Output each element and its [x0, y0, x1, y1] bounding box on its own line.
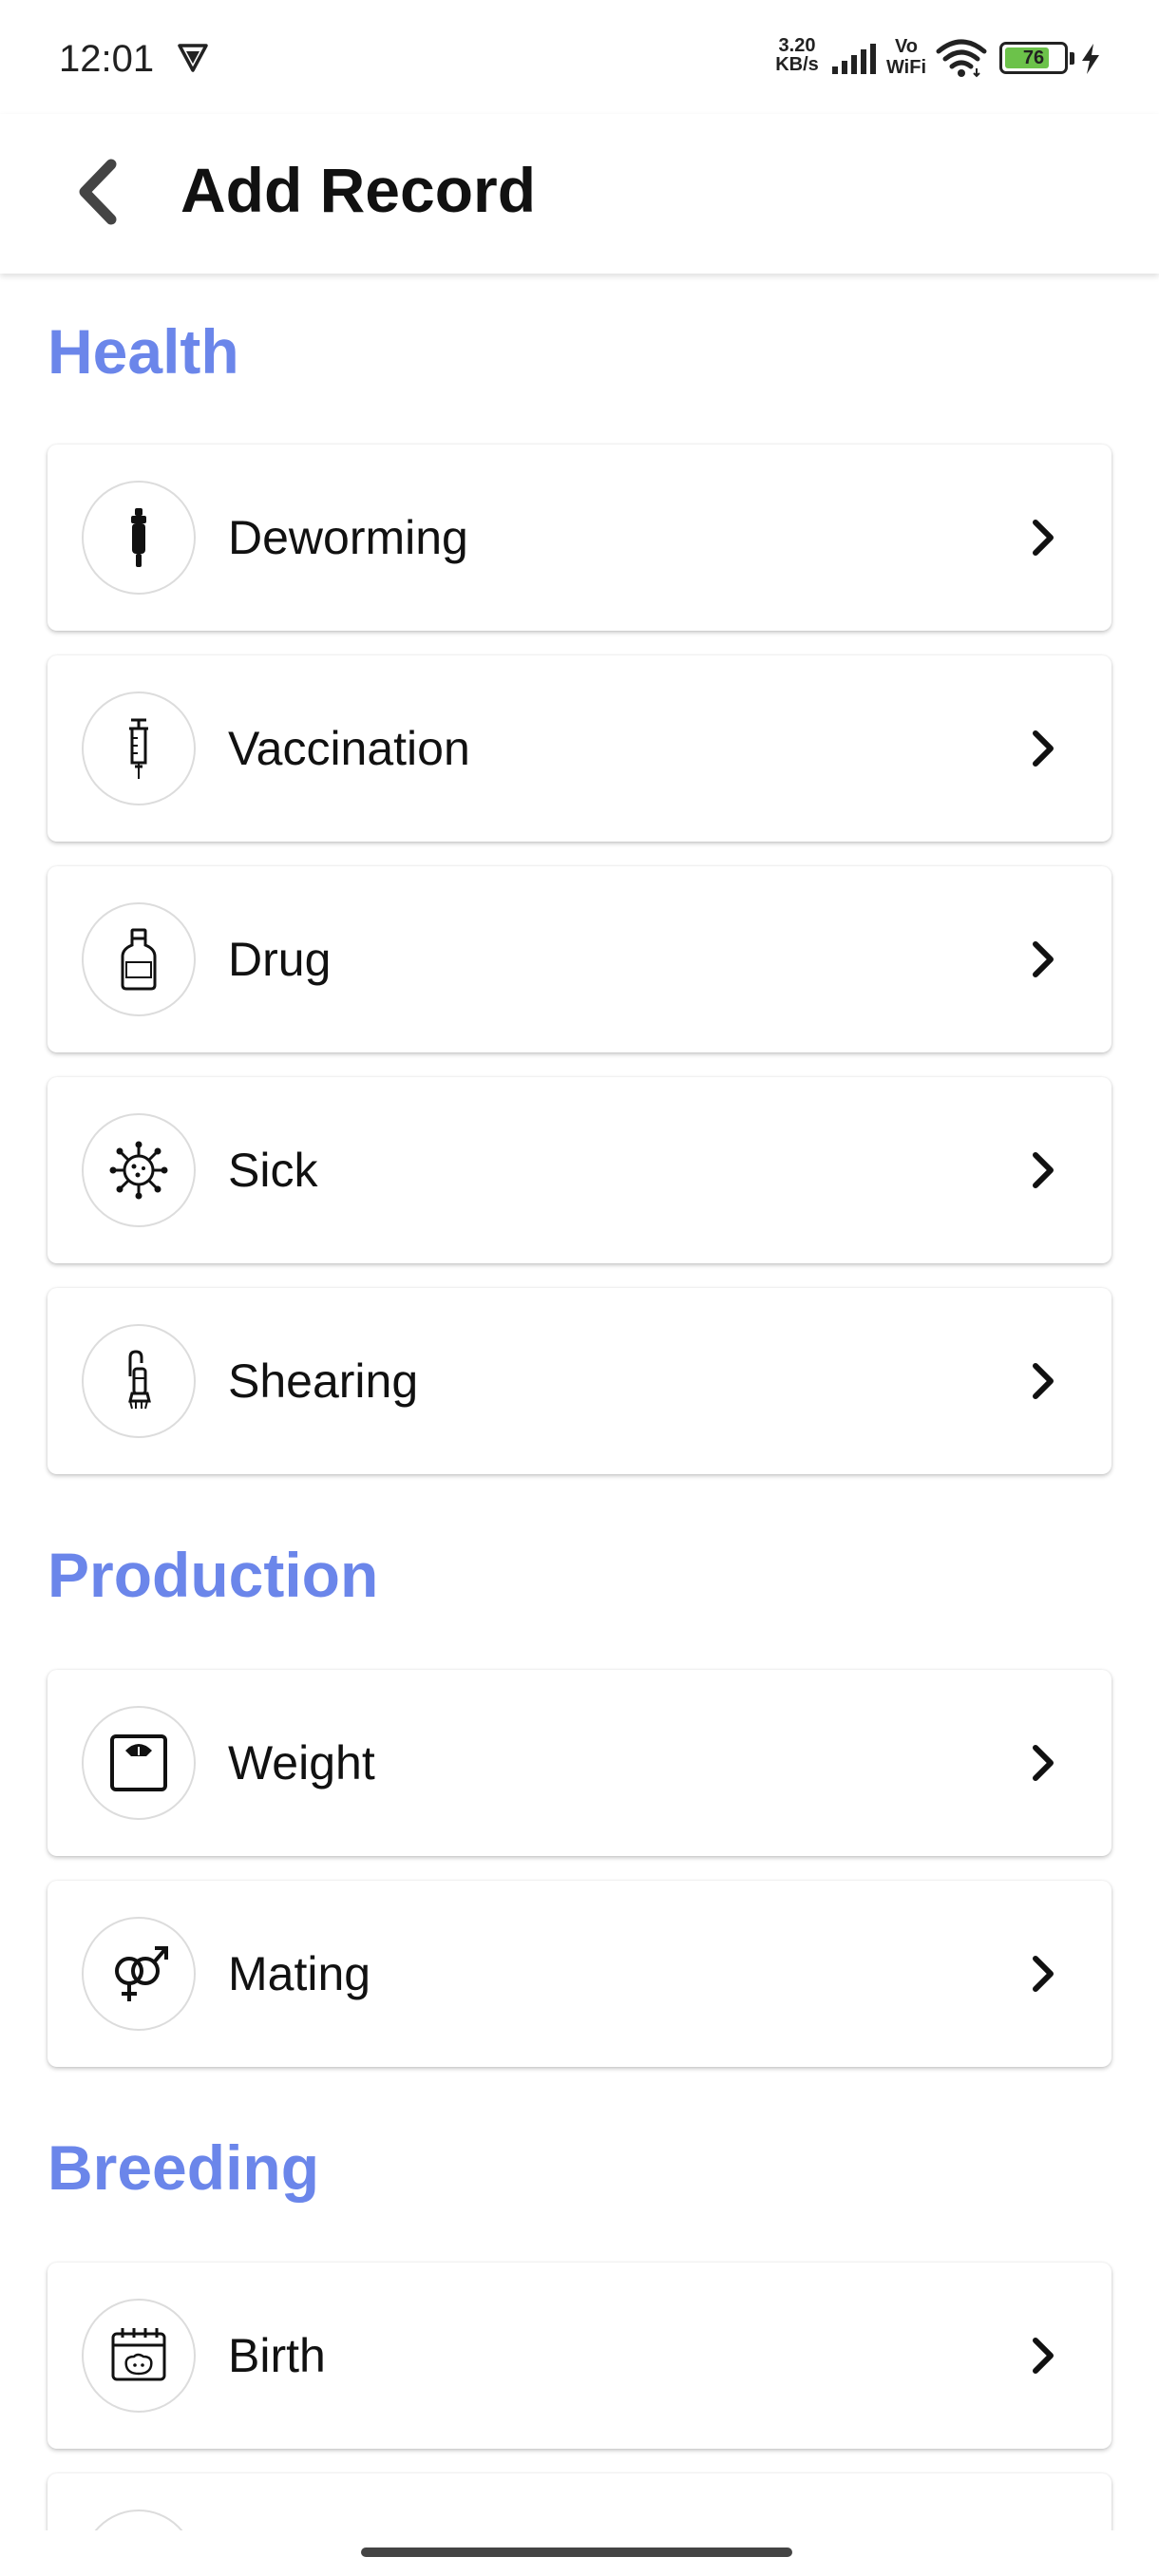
- record-item-label: Mating: [228, 1947, 371, 2000]
- record-item-label: Drug: [228, 933, 332, 986]
- home-indicator[interactable]: [361, 2548, 792, 2557]
- syringe-icon: [82, 691, 196, 805]
- section-title-health: Health: [48, 316, 239, 387]
- record-item-vaccination[interactable]: Vaccination: [48, 655, 1112, 842]
- back-arrow-icon: [79, 159, 117, 225]
- record-item-mating[interactable]: Mating: [48, 1881, 1112, 2067]
- chevron-right-icon: [1033, 2338, 1054, 2374]
- section-title-production: Production: [48, 1540, 379, 1610]
- record-item-birth[interactable]: Birth: [48, 2263, 1112, 2449]
- calendar-sheep-icon: [82, 2299, 196, 2413]
- record-item-label: Shearing: [228, 1354, 419, 1408]
- vowifi-wifi: WiFi: [885, 57, 927, 78]
- record-item-shearing[interactable]: Shearing: [48, 1288, 1112, 1474]
- vowifi-indicator: Vo WiFi: [884, 36, 929, 78]
- record-item-label: Deworming: [228, 511, 468, 564]
- network-speed: 3.20 KB/s: [773, 36, 821, 74]
- vpn-shield-icon: [178, 44, 208, 72]
- record-item-label: Birth: [228, 2329, 326, 2382]
- battery-level: 76: [1022, 47, 1045, 68]
- section-title-breeding: Breeding: [48, 2132, 320, 2203]
- charging-bolt-icon: [1082, 44, 1099, 74]
- medicine-bottle-icon: [82, 902, 196, 1016]
- gender-symbols-icon: [82, 1917, 196, 2031]
- record-item-deworming[interactable]: Deworming: [48, 445, 1112, 631]
- status-time: 12:01: [59, 38, 155, 80]
- network-speed-value: 3.20: [778, 35, 816, 56]
- chevron-right-icon: [1033, 730, 1054, 767]
- app-bar: Add Record: [0, 114, 1159, 274]
- shears-icon: [82, 1324, 196, 1438]
- chevron-right-icon: [1033, 520, 1054, 556]
- record-item-label: Weight: [228, 1736, 375, 1790]
- battery-cap: [1070, 52, 1074, 65]
- cell-signal-icon: [832, 44, 876, 74]
- chevron-right-icon: [1033, 1152, 1054, 1188]
- vowifi-vo: Vo: [894, 36, 919, 57]
- record-item-label: Vaccination: [228, 722, 470, 775]
- record-item-sick[interactable]: Sick: [48, 1077, 1112, 1263]
- page-title: Add Record: [180, 155, 537, 225]
- network-speed-unit: KB/s: [775, 54, 819, 75]
- back-button[interactable]: [59, 152, 139, 232]
- record-item-label: Sick: [228, 1144, 318, 1197]
- battery-indicator: 76: [999, 42, 1068, 74]
- record-item-weight[interactable]: Weight: [48, 1670, 1112, 1856]
- record-item-drug[interactable]: Drug: [48, 866, 1112, 1052]
- chevron-right-icon: [1033, 1745, 1054, 1781]
- dropper-icon: [82, 481, 196, 595]
- chevron-right-icon: [1033, 1956, 1054, 1992]
- scale-icon: [82, 1706, 196, 1820]
- virus-icon: [82, 1113, 196, 1227]
- chevron-right-icon: [1033, 941, 1054, 977]
- status-bar: 12:01 3.20 KB/s Vo WiFi 76: [0, 0, 1159, 114]
- wifi-icon: [936, 39, 987, 78]
- chevron-right-icon: [1033, 1363, 1054, 1399]
